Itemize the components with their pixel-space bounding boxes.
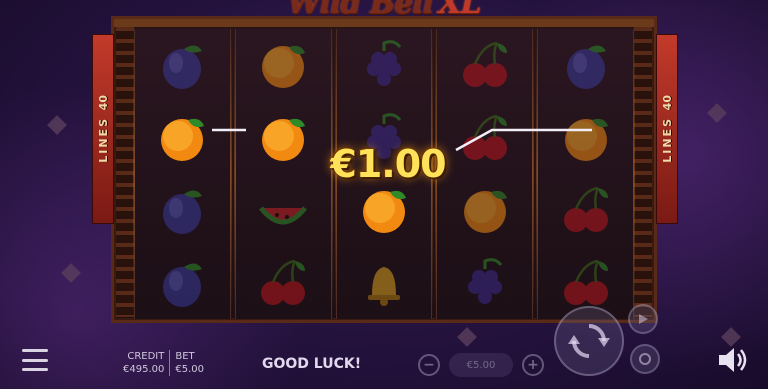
symbol-orange xyxy=(558,110,614,166)
credit-value: €495.00 xyxy=(123,364,165,375)
lines-indicator-left: 40 LINES xyxy=(92,34,114,224)
status-message: GOOD LUCK! xyxy=(262,356,362,372)
credit-label: CREDIT xyxy=(127,351,165,362)
increase-bet-button[interactable]: + xyxy=(522,354,544,376)
stake-control: − €5.00 + xyxy=(418,351,544,379)
symbol-cherry xyxy=(558,255,614,311)
sound-button[interactable] xyxy=(716,344,750,376)
symbol-cherry xyxy=(558,182,614,238)
symbol-orange xyxy=(255,110,311,166)
autoplay-button[interactable] xyxy=(628,304,658,334)
symbol-orange xyxy=(154,110,210,166)
symbol-plum xyxy=(154,37,210,93)
lines-count: 40 xyxy=(660,95,674,111)
decrease-bet-button[interactable]: − xyxy=(418,354,440,376)
symbol-cherry xyxy=(255,255,311,311)
frame-rail-right xyxy=(634,27,652,317)
bet-value: €5.00 xyxy=(175,364,204,375)
hamburger-icon xyxy=(22,368,48,371)
lines-count: 40 xyxy=(96,95,110,111)
reel-column xyxy=(133,29,232,319)
symbol-bell xyxy=(356,255,412,311)
hamburger-icon xyxy=(22,349,48,352)
symbol-plum xyxy=(558,37,614,93)
credit-display: CREDIT €495.00 xyxy=(118,350,169,376)
autoplay-cycle-icon xyxy=(639,353,651,365)
reel-column xyxy=(536,29,635,319)
bet-label: BET xyxy=(175,351,195,362)
frame-rail-left xyxy=(116,27,134,317)
frame-top xyxy=(114,19,654,27)
menu-button[interactable] xyxy=(22,349,48,371)
hamburger-icon xyxy=(22,358,48,362)
turbo-button[interactable] xyxy=(630,344,660,374)
balance-info: CREDIT €495.00 BET €5.00 xyxy=(118,350,209,376)
win-amount: €1.00 xyxy=(330,142,446,186)
stake-value: €5.00 xyxy=(449,353,513,377)
lines-label: LINES xyxy=(96,116,110,163)
bet-display: BET €5.00 xyxy=(169,350,209,376)
symbol-grapes xyxy=(356,37,412,93)
lines-indicator-right: 40 LINES xyxy=(656,34,678,224)
spin-button[interactable] xyxy=(554,306,624,376)
symbol-orange xyxy=(255,37,311,93)
symbol-plum xyxy=(154,182,210,238)
spin-arrows-icon xyxy=(568,324,610,358)
symbol-orange xyxy=(457,182,513,238)
symbol-watermelon xyxy=(255,182,311,238)
autoplay-icon xyxy=(639,314,648,324)
symbol-grapes xyxy=(457,255,513,311)
symbol-cherry xyxy=(457,110,513,166)
symbol-plum xyxy=(154,255,210,311)
speaker-icon xyxy=(719,348,747,372)
lines-label: LINES xyxy=(660,116,674,163)
symbol-cherry xyxy=(457,37,513,93)
